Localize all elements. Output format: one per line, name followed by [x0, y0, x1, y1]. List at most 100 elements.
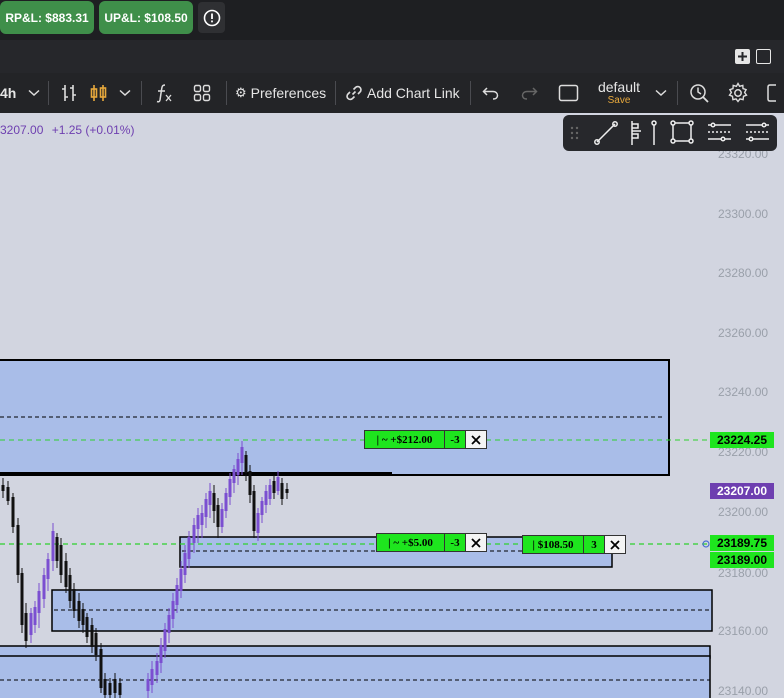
add-tab-button[interactable]: [735, 49, 750, 64]
candle-body: [244, 455, 248, 473]
candle-body: [187, 537, 191, 559]
interval-dropdown[interactable]: 4h: [0, 73, 40, 113]
candle-body: [77, 601, 81, 621]
candle-body: [99, 649, 103, 688]
candle-body: [85, 617, 89, 637]
maximize-button[interactable]: [756, 49, 771, 64]
candle-body: [11, 497, 15, 527]
stop-order[interactable]: | ~ +$5.00 -3: [376, 533, 487, 552]
bars-style-button[interactable]: [60, 73, 78, 113]
gear-small-icon: ⚙: [235, 85, 247, 100]
candle-body: [103, 679, 107, 695]
candle-body: [171, 601, 175, 619]
trend-line-icon[interactable]: [594, 121, 618, 145]
candle-body: [33, 607, 37, 625]
position-qty[interactable]: 3: [584, 535, 605, 554]
preferences-button[interactable]: ⚙ Preferences: [235, 73, 326, 113]
candle-body: [268, 485, 272, 499]
candlestick-icon: [90, 85, 107, 101]
candle-body: [272, 481, 276, 493]
realized-pnl-badge[interactable]: RP&L: $883.31: [0, 1, 94, 34]
candle-body: [68, 575, 72, 601]
tick-label: 23200.00: [718, 505, 769, 519]
candle-body: [108, 683, 112, 695]
close-icon: [610, 539, 620, 550]
square-icon: [558, 84, 579, 102]
chevron-down-icon: [119, 89, 131, 97]
entry-price-label-upper: 23189.75: [710, 535, 774, 551]
alert-button[interactable]: [198, 2, 225, 33]
undo-icon: [482, 87, 499, 100]
change-value: +1.25 (+0.01%): [51, 123, 135, 137]
layout-grid-button[interactable]: [193, 73, 211, 113]
vertical-line-icon[interactable]: [651, 120, 657, 145]
add-chart-link-button[interactable]: Add Chart Link: [346, 73, 460, 113]
candle-body: [256, 513, 260, 533]
candle-body: [192, 525, 196, 543]
last-price-label: 23207.00: [710, 483, 774, 499]
cancel-order-button[interactable]: [466, 430, 487, 449]
chart-canvas[interactable]: 3207.00 +1.25 (+0.01%) 23320.00 23300.00…: [0, 113, 784, 698]
fullscreen-toggle[interactable]: [558, 73, 579, 113]
tick-label: 23240.00: [718, 385, 769, 399]
candle-body: [285, 489, 289, 493]
demand-zone-mid[interactable]: [51, 589, 713, 632]
settings-button[interactable]: [727, 73, 749, 113]
clock-search-icon: [690, 84, 709, 103]
candle-body: [220, 509, 224, 527]
fib-retracement-icon[interactable]: [631, 121, 641, 145]
candle-body: [150, 669, 154, 685]
tick-label: 23160.00: [718, 624, 769, 638]
order-pnl-label[interactable]: | ~ +$5.00: [376, 533, 445, 552]
replay-button[interactable]: [688, 73, 710, 113]
candle-body: [260, 501, 264, 515]
drawing-tools-panel: [563, 115, 777, 151]
candle-body: [240, 447, 244, 463]
order-pnl-label[interactable]: | ~ +$212.00: [364, 430, 445, 449]
chart-toolbar: 4h ⚙ Preferences Add Chart Link default …: [0, 73, 784, 113]
redo-icon: [521, 87, 538, 100]
horizontal-levels-icon[interactable]: [708, 122, 731, 142]
candle-body: [208, 491, 212, 505]
candle-body: [113, 679, 117, 693]
undo-button[interactable]: [482, 73, 500, 113]
close-icon: [471, 434, 481, 445]
candle-body: [167, 615, 171, 633]
cancel-order-button[interactable]: [466, 533, 487, 552]
redo-button[interactable]: [520, 73, 538, 113]
unrealized-pnl-badge[interactable]: UP&L: $108.50: [99, 1, 193, 34]
candle-body: [46, 559, 50, 579]
take-profit-order[interactable]: | ~ +$212.00 -3: [364, 430, 487, 449]
layout-selector[interactable]: default Save: [590, 77, 648, 109]
ray-levels-icon[interactable]: [746, 122, 769, 142]
overflow-button[interactable]: [766, 73, 780, 113]
candle-body: [42, 575, 46, 599]
indicators-button[interactable]: [155, 73, 173, 113]
candle-body: [280, 483, 284, 499]
tick-label: 23280.00: [718, 266, 769, 280]
position-pnl-label[interactable]: | $108.50: [522, 535, 584, 554]
panel-icon: [767, 84, 776, 102]
candle-body: [6, 487, 10, 501]
layout-dropdown-toggle[interactable]: [655, 73, 667, 113]
price-chart[interactable]: [0, 113, 784, 698]
tick-label: 23300.00: [718, 207, 769, 221]
candle-body: [146, 679, 150, 691]
order-qty[interactable]: -3: [445, 533, 466, 552]
order-qty[interactable]: -3: [445, 430, 466, 449]
candle-body: [51, 531, 55, 561]
alert-circle-icon: [203, 9, 220, 26]
candle-body: [72, 589, 76, 611]
layout-save-link[interactable]: Save: [608, 95, 631, 107]
last-value: 3207.00: [0, 123, 44, 137]
close-position-button[interactable]: [605, 535, 626, 554]
drag-handle-icon[interactable]: [570, 126, 579, 140]
rectangle-tool-icon[interactable]: [670, 120, 694, 144]
candle-body: [200, 513, 204, 525]
position-order[interactable]: | $108.50 3: [522, 535, 626, 554]
candle-body: [179, 569, 183, 591]
candles-style-dropdown[interactable]: [89, 73, 131, 113]
candle-body: [232, 469, 236, 483]
candle-body: [37, 591, 41, 613]
candle-body: [29, 613, 33, 635]
